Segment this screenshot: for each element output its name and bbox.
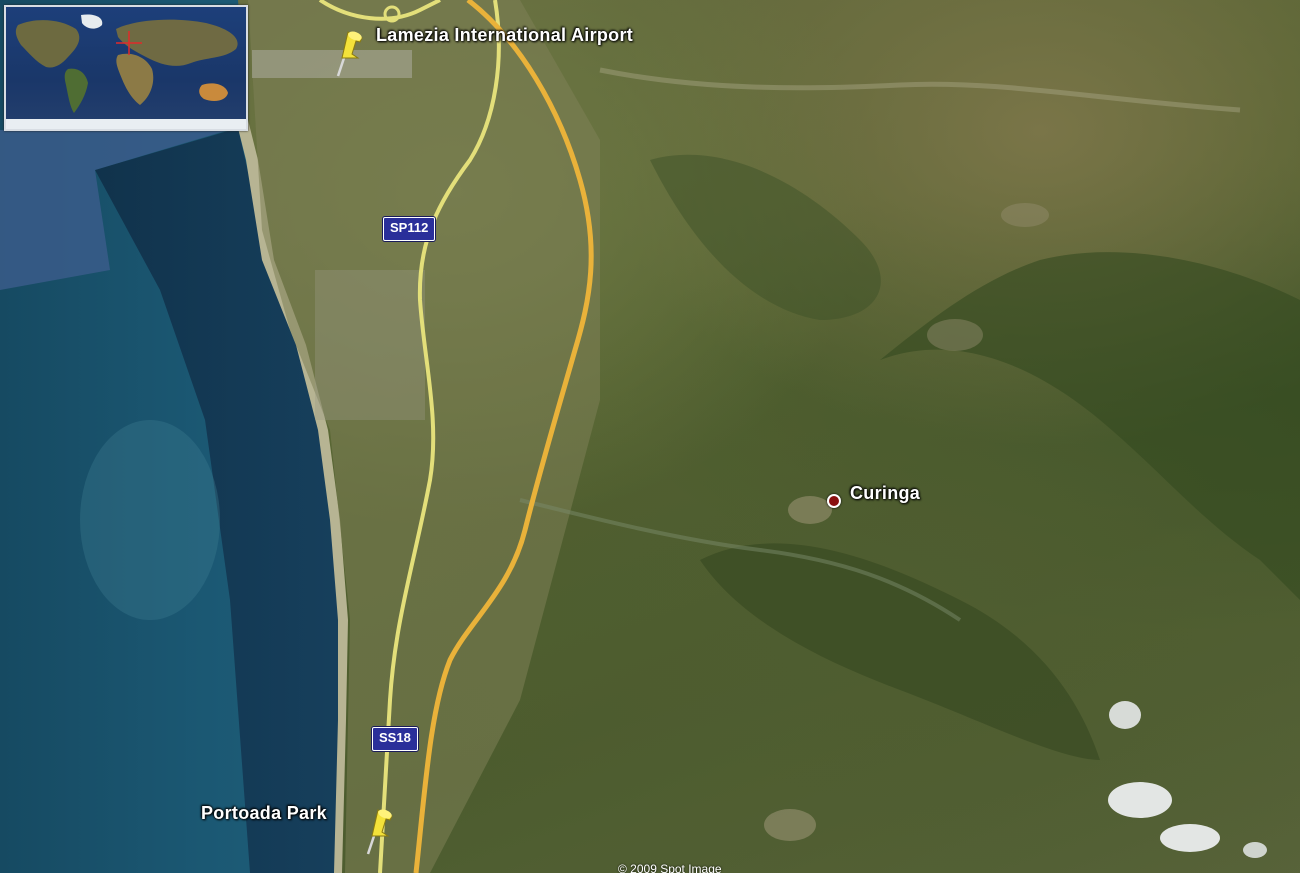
place-label-airport[interactable]: Lamezia International Airport [376,25,633,46]
road-shield-ss18: SS18 [372,727,418,751]
continent-north-america [15,20,80,68]
cloud [1243,842,1267,858]
cloud [1108,782,1172,818]
town-dot-icon[interactable] [827,494,841,508]
continent-antarctica [6,119,246,129]
place-label-curinga[interactable]: Curinga [850,483,920,504]
airport-runway [252,50,412,78]
cloud [1160,824,1220,852]
overview-inset-map[interactable] [4,5,248,131]
pushpin-icon[interactable] [364,806,398,856]
industrial-zone [315,270,425,420]
hill-ridge [650,154,881,320]
river [599,67,1241,113]
town-area [1001,203,1049,227]
hill-ridge [700,543,1100,760]
world-overview [6,14,246,129]
sediment-plume [80,420,220,620]
continent-greenland [81,14,103,29]
cloud [1109,701,1141,729]
satellite-map[interactable]: SP112 SS18 Lamezia International Airport… [0,0,1300,873]
town-area [788,496,832,524]
town-area [764,809,816,841]
continent-south-america [64,68,88,113]
town-area [927,319,983,351]
copyright-notice: © 2009 Spot Image [618,862,722,873]
hill-ridge [880,252,1300,600]
place-label-portoada[interactable]: Portoada Park [201,803,327,824]
continent-africa [116,53,154,105]
pushpin-icon[interactable] [334,28,368,78]
road-shield-sp112: SP112 [383,217,436,241]
continent-australia [199,83,228,101]
